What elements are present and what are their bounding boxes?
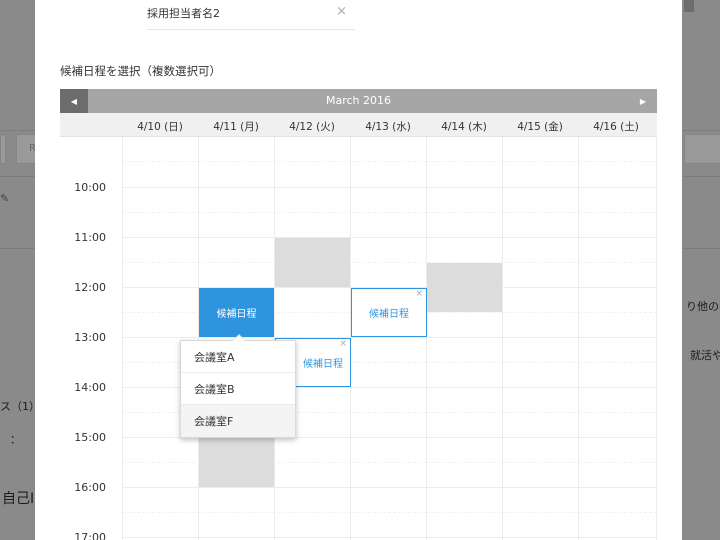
time-label: 13:00 xyxy=(74,331,106,344)
time-label: 11:00 xyxy=(74,231,106,244)
day-header: 4/15 (金) xyxy=(517,121,563,133)
background-block xyxy=(684,0,694,12)
candidate-slot[interactable]: 候補日程 × xyxy=(351,288,427,337)
day-header: 4/14 (木) xyxy=(441,121,487,133)
time-label: 17:00 xyxy=(74,531,106,540)
background-button xyxy=(684,134,720,164)
slot-label: 候補日程 xyxy=(303,359,343,370)
slot-label: 候補日程 xyxy=(216,309,257,320)
month-title: March 2016 xyxy=(325,94,392,107)
room-dropdown: 会議室A 会議室B 会議室F xyxy=(180,334,296,438)
remove-slot-icon[interactable]: × xyxy=(339,339,347,349)
slot-label: 候補日程 xyxy=(369,309,409,320)
unavailable-block xyxy=(275,238,350,287)
background-button xyxy=(0,134,6,164)
recruiter-name: 採用担当者名2 xyxy=(147,7,220,20)
background-text: ス（1） xyxy=(0,400,40,413)
schedule-modal: 採用担当者名2 × 候補日程を選択（複数選択可） ◀ March 2016 ▶ … xyxy=(35,0,682,540)
time-label: 12:00 xyxy=(74,281,106,294)
calendar-header: ◀ March 2016 ▶ xyxy=(60,89,657,113)
background-text: ： xyxy=(10,433,21,446)
recruiter-field[interactable]: 採用担当者名2 × xyxy=(147,0,355,30)
clear-icon[interactable]: × xyxy=(336,4,347,19)
day-header: 4/16 (土) xyxy=(593,121,639,133)
section-label: 候補日程を選択（複数選択可） xyxy=(60,64,221,78)
day-header: 4/11 (月) xyxy=(213,121,259,133)
time-label: 14:00 xyxy=(74,381,106,394)
time-label: 15:00 xyxy=(74,431,106,444)
remove-slot-icon[interactable]: × xyxy=(415,289,423,299)
calendar: ◀ March 2016 ▶ 4/10 (日) 4/11 (月) 4/12 (火… xyxy=(60,89,657,540)
time-label: 10:00 xyxy=(74,181,106,194)
day-header: 4/10 (日) xyxy=(137,121,183,133)
dropdown-caret xyxy=(232,334,246,341)
chevron-right-icon: ▶ xyxy=(639,96,647,106)
unavailable-block xyxy=(427,263,502,312)
candidate-slot-selected[interactable]: 候補日程 xyxy=(199,288,274,337)
pencil-icon: ✎ xyxy=(0,192,10,205)
room-option[interactable]: 会議室A xyxy=(181,341,295,373)
time-label: 16:00 xyxy=(74,481,106,494)
time-grid[interactable]: 10:00 11:00 12:00 13:00 14:00 15:00 16:0… xyxy=(60,137,657,540)
day-header: 4/13 (水) xyxy=(365,121,411,133)
background-text: り他の名 xyxy=(686,300,720,313)
day-header-row: 4/10 (日) 4/11 (月) 4/12 (火) 4/13 (水) 4/14… xyxy=(60,113,657,137)
room-option[interactable]: 会議室F xyxy=(181,405,295,437)
background-text: 自己I xyxy=(2,491,35,507)
unavailable-block xyxy=(199,438,274,487)
next-month-button[interactable]: ▶ xyxy=(629,89,657,113)
day-header: 4/12 (火) xyxy=(289,121,335,133)
background-text: 就活や xyxy=(690,349,720,362)
room-option[interactable]: 会議室B xyxy=(181,373,295,405)
